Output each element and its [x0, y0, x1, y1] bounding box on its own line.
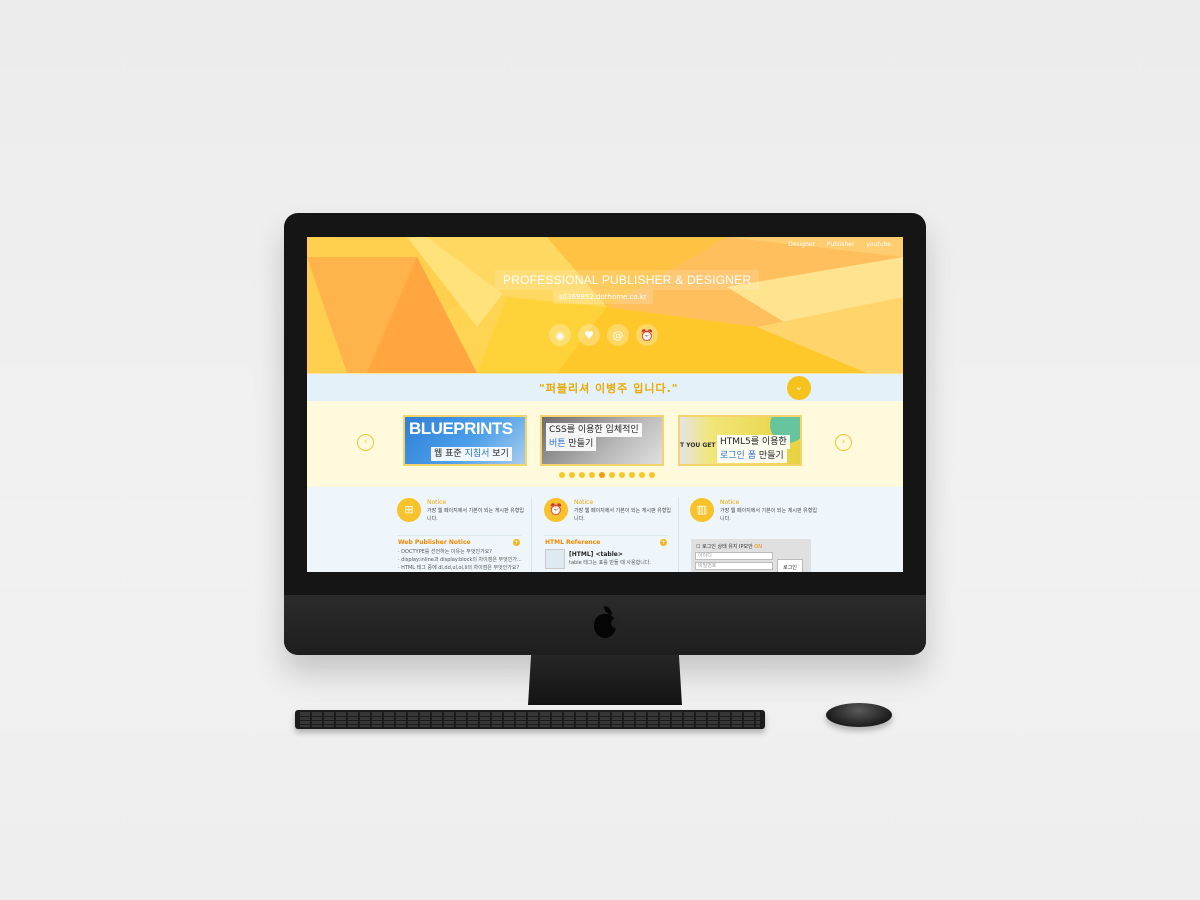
column-divider [531, 497, 532, 572]
quote-text: "퍼블리셔 이병주 입니다." [539, 382, 679, 395]
slide-label: 웹 표준 지침서 보기 [431, 447, 512, 461]
ip-security-status: ON [754, 544, 762, 550]
slider-pagination [559, 472, 655, 478]
project-slider: ‹ › BLUEPRINTS 웹 표준 지침서 보기 CSS를 이용한 입체적인… [307, 401, 903, 487]
nav-item-youtube[interactable]: youtube [866, 241, 891, 248]
quote-bar: "퍼블리셔 이병주 입니다." ⌄ [307, 373, 903, 401]
target-icon[interactable]: ◉ [549, 324, 571, 346]
plus-square-icon: ⊞ [397, 498, 421, 522]
section-title[interactable]: Web Publisher Notice [398, 539, 471, 546]
pagination-dot[interactable] [569, 472, 575, 478]
hero-subtitle[interactable]: s0369852.dothome.co.kr [553, 290, 653, 304]
chevron-down-icon: ⌄ [794, 382, 804, 393]
monitor-stand [528, 655, 682, 705]
slider-next-button[interactable]: › [835, 434, 852, 451]
keyboard-row-gap [300, 724, 760, 725]
keep-login-checkbox[interactable]: ☐ 로그인 상태 유지 [696, 543, 737, 550]
pagination-dot[interactable] [629, 472, 635, 478]
id-input[interactable]: 아이디 [695, 552, 773, 560]
notice-desc: 가장 웹 페이지에서 기본이 되는 게시판 유형입니다. [574, 508, 671, 522]
content-section: ⊞ Notice 가장 웹 페이지에서 기본이 되는 게시판 유형입니다. We… [307, 487, 903, 572]
pagination-dot[interactable] [649, 472, 655, 478]
slide-label-highlight: 로그인 폼 [720, 451, 756, 461]
top-nav: Designer · Publisher · youtube [788, 241, 891, 248]
slider-prev-button[interactable]: ‹ [357, 434, 374, 451]
more-button[interactable]: + [513, 539, 520, 546]
slide-big-text: BLUEPRINTS [409, 419, 513, 438]
reference-desc: table 태그는 표를 만들 때 사용합니다. [569, 560, 652, 566]
password-input[interactable]: 비밀번호 [695, 562, 773, 570]
scroll-down-button[interactable]: ⌄ [787, 376, 811, 400]
pagination-dot[interactable] [579, 472, 585, 478]
pagination-dot[interactable] [599, 472, 605, 478]
slide-label-text: 만들기 [565, 439, 594, 449]
hero-title: PROFESSIONAL PUBLISHER & DESIGNER [495, 270, 760, 290]
notice-desc: 가장 웹 페이지에서 기본이 되는 게시판 유형입니다. [720, 508, 817, 522]
notice-title[interactable]: Notice [427, 499, 446, 506]
pagination-dot[interactable] [559, 472, 565, 478]
section-title[interactable]: HTML Reference [545, 539, 600, 546]
slide-label-line1: CSS를 이용한 입체적인 [546, 423, 642, 437]
pagination-dot[interactable] [589, 472, 595, 478]
login-button[interactable]: 로그인 [777, 559, 803, 572]
slide-html5-login[interactable]: T YOU GET HTML5를 이용한 로그인 폼 만들기 [678, 415, 802, 466]
chart-icon: ▥ [690, 498, 714, 522]
keyboard-row-gap [300, 720, 760, 721]
more-button[interactable]: + [660, 539, 667, 546]
reference-thumbnail[interactable] [545, 549, 565, 569]
slide-css-button[interactable]: CSS를 이용한 입체적인 버튼 만들기 [540, 415, 664, 466]
list-item[interactable]: · HTML 태그 중에 dl,dd,ul,ol,li의 차이점은 무엇인가요? [398, 564, 522, 572]
slide-label-line2: 버튼 만들기 [546, 437, 597, 451]
pagination-dot[interactable] [619, 472, 625, 478]
notice-title[interactable]: Notice [574, 499, 593, 506]
at-icon[interactable]: @ [607, 324, 629, 346]
chevron-left-icon: ‹ [363, 437, 368, 447]
slide-label-highlight: 지침서 [464, 449, 490, 459]
hero-polygons [307, 237, 903, 373]
slide-label-text: 웹 표준 [434, 449, 465, 459]
slide-ghost-text: T YOU GET [680, 442, 716, 449]
nav-item-designer[interactable]: Designer [788, 241, 815, 248]
list-item[interactable]: · display:inline과 display:block의 차이점은 무엇… [398, 556, 522, 564]
notice-title[interactable]: Notice [720, 499, 739, 506]
heart-icon[interactable]: ♥ [578, 324, 600, 346]
slide-label-highlight: 버튼 [549, 439, 566, 449]
screen: Designer · Publisher · youtube PROFESSIONA… [307, 237, 903, 572]
ip-security-toggle[interactable]: IP보안 ON [739, 543, 762, 550]
keyboard-row-gap [300, 716, 760, 717]
slide-label-text: 만들기 [755, 451, 784, 461]
notice-desc: 가장 웹 페이지에서 기본이 되는 게시판 유형입니다. [427, 508, 524, 522]
slide-label-line2: 로그인 폼 만들기 [717, 449, 787, 463]
nav-item-publisher[interactable]: Publisher [827, 241, 855, 248]
section-divider [397, 535, 521, 536]
hero-banner: Designer · Publisher · youtube PROFESSIONA… [307, 237, 903, 373]
reference-title[interactable]: [HTML] <table> [569, 551, 623, 558]
apple-bite [611, 618, 620, 628]
chevron-right-icon: › [841, 437, 846, 447]
slide-label-text: 보기 [489, 449, 509, 459]
ip-security-label: IP보안 [739, 544, 753, 550]
alarm-clock-icon[interactable]: ⏰ [636, 324, 658, 346]
login-box: ☐ 로그인 상태 유지 IP보안 ON 아이디 비밀번호 로그인 [691, 539, 811, 572]
hero-icon-row: ◉ ♥ @ ⏰ [549, 324, 658, 346]
pagination-dot[interactable] [639, 472, 645, 478]
alarm-icon: ⏰ [544, 498, 568, 522]
mouse [826, 703, 892, 727]
list-item[interactable]: · DOCTYPE를 선언하는 이유는 무엇인가요? [398, 548, 522, 556]
slide-label-line1: HTML5를 이용한 [717, 435, 790, 449]
column-divider [678, 497, 679, 572]
slide-blueprints[interactable]: BLUEPRINTS 웹 표준 지침서 보기 [403, 415, 527, 466]
pagination-dot[interactable] [609, 472, 615, 478]
section-divider [544, 535, 668, 536]
notice-list: · DOCTYPE를 선언하는 이유는 무엇인가요? · display:inl… [398, 548, 522, 572]
keep-login-label: 로그인 상태 유지 [702, 544, 738, 550]
